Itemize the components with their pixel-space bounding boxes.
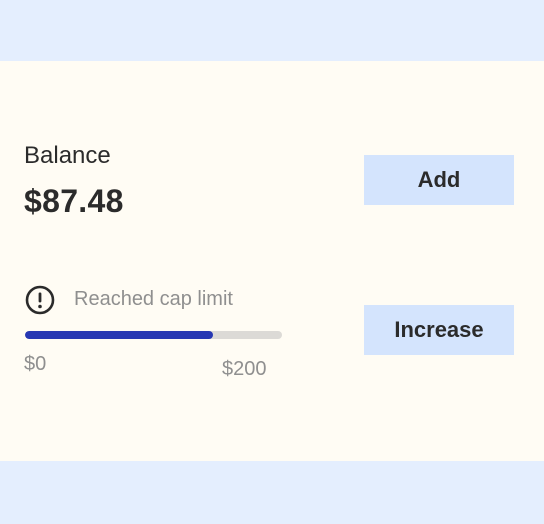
balance-card [0, 61, 544, 461]
cap-progress-bar [25, 331, 282, 339]
alert-circle-icon [25, 285, 55, 315]
balance-amount: $87.48 [24, 183, 124, 219]
progress-min-label: $0 [24, 353, 47, 375]
cap-limit-message: Reached cap limit [74, 288, 233, 310]
balance-label: Balance [24, 142, 111, 169]
increase-button[interactable]: Increase [364, 305, 514, 355]
progress-max-label: $200 [222, 358, 267, 380]
add-button[interactable]: Add [364, 155, 514, 205]
cap-progress-fill [25, 331, 213, 339]
